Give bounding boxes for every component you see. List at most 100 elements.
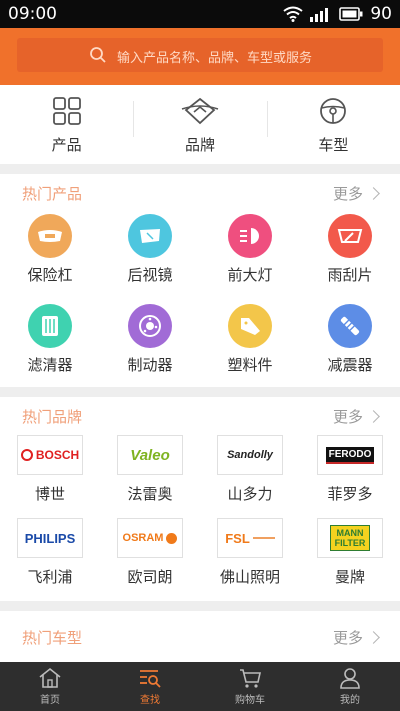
search-header: 输入产品名称、品牌、车型或服务 [0, 28, 400, 85]
more-link[interactable]: 更多 [332, 627, 380, 648]
grid-icon [52, 97, 81, 125]
product-item[interactable]: 制动器 [100, 302, 200, 392]
brand-logo-text: BOSCH [35, 448, 80, 462]
brand-logo-text: FSL [225, 530, 250, 546]
bumper-icon [28, 214, 72, 258]
brand-label: 博世 [34, 485, 65, 503]
home-icon [39, 667, 61, 688]
brand-item[interactable]: MANN FILTER 曼牌 [300, 518, 400, 601]
product-item[interactable]: 前大灯 [200, 212, 300, 302]
more-link[interactable]: 更多 [333, 183, 380, 204]
more-label: 更多 [332, 628, 363, 647]
product-label: 雨刮片 [327, 266, 373, 284]
steering-wheel-icon [320, 98, 347, 124]
bottom-nav: 首页 查找 购物车 我的 [0, 662, 400, 711]
brand-label: 山多力 [227, 485, 273, 503]
chevron-right-icon [367, 631, 380, 644]
search-input[interactable]: 输入产品名称、品牌、车型或服务 [17, 38, 383, 72]
brand-logo-ferodo: FERODO [317, 435, 383, 475]
cart-icon [240, 669, 261, 688]
brand-item[interactable]: PHILIPS 飞利浦 [0, 518, 100, 601]
product-item[interactable]: 保险杠 [0, 212, 100, 302]
brand-item[interactable]: FSL 佛山照明 [200, 518, 300, 601]
wifi-icon [283, 6, 303, 22]
product-label: 保险杠 [27, 266, 73, 284]
brand-logo-sandolly: Sandolly [217, 435, 283, 475]
brand-logo-text: Sandolly [227, 449, 273, 461]
nav-profile[interactable]: 我的 [300, 662, 400, 711]
brand-item[interactable]: BOSCH 博世 [0, 435, 100, 518]
section-header: 热门品牌 更多 [0, 397, 400, 435]
category-label: 车型 [318, 136, 349, 154]
section-title: 热门车型 [22, 628, 83, 647]
brand-logo-philips: PHILIPS [17, 518, 83, 558]
brand-grid: BOSCH 博世 Valeo 法雷奥 Sandolly 山多力 FERODO 菲… [0, 435, 400, 601]
product-label: 前大灯 [227, 266, 273, 284]
plastic-part-icon [228, 304, 272, 348]
product-grid: 保险杠 后视镜 前大灯 雨刮片 滤清器 制动器 塑料件 减震器 [0, 212, 400, 392]
product-item[interactable]: 塑料件 [200, 302, 300, 392]
product-item[interactable]: 后视镜 [100, 212, 200, 302]
nav-label: 首页 [40, 695, 60, 706]
brand-label: 欧司朗 [127, 568, 173, 586]
filter-icon [28, 304, 72, 348]
search-placeholder: 输入产品名称、品牌、车型或服务 [117, 51, 313, 66]
battery-level: 90 [370, 4, 392, 24]
nav-label: 购物车 [235, 695, 265, 706]
product-label: 制动器 [127, 356, 173, 374]
category-brands[interactable]: 品牌 [133, 85, 266, 164]
more-label: 更多 [332, 407, 363, 426]
wiper-icon [328, 214, 372, 258]
brand-item[interactable]: OSRAM 欧司朗 [100, 518, 200, 601]
product-item[interactable]: 雨刮片 [300, 212, 400, 302]
brand-label: 飞利浦 [27, 568, 73, 586]
section-header: 热门产品 更多 [0, 174, 400, 212]
brand-logo-bosch: BOSCH [17, 435, 83, 475]
bosch-emblem-icon [20, 449, 33, 461]
status-right: 90 [283, 4, 392, 24]
hot-products-section: 热门产品 更多 保险杠 后视镜 前大灯 雨刮片 滤清器 制动器 塑料件 减震器 [0, 174, 400, 387]
product-item[interactable]: 减震器 [300, 302, 400, 392]
brand-label: 菲罗多 [327, 485, 373, 503]
brand-logo-text: MANN FILTER [330, 525, 370, 551]
osram-bulb-icon [166, 532, 178, 544]
search-list-icon [140, 670, 161, 688]
user-icon [340, 668, 360, 689]
brand-logo-mann: MANN FILTER [317, 518, 383, 558]
brand-label: 佛山照明 [219, 568, 280, 586]
hot-models-section: 热门车型 更多 [0, 611, 400, 662]
brand-logo-text: Valeo [130, 446, 170, 464]
nav-search[interactable]: 查找 [100, 662, 200, 711]
category-products[interactable]: 产品 [0, 85, 133, 164]
brand-item[interactable]: FERODO 菲罗多 [300, 435, 400, 518]
nav-label: 查找 [140, 695, 160, 706]
brand-item[interactable]: Valeo 法雷奥 [100, 435, 200, 518]
badge-icon [181, 97, 219, 125]
status-bar: 09:00 90 [0, 0, 400, 28]
product-label: 减震器 [327, 356, 373, 374]
product-label: 塑料件 [227, 356, 273, 374]
hot-brands-section: 热门品牌 更多 BOSCH 博世 Valeo 法雷奥 Sandolly 山多力 … [0, 397, 400, 601]
brand-item[interactable]: Sandolly 山多力 [200, 435, 300, 518]
nav-home[interactable]: 首页 [0, 662, 100, 711]
chevron-right-icon [367, 187, 380, 200]
brake-icon [128, 304, 172, 348]
section-title: 热门品牌 [22, 407, 83, 426]
fsl-mark-icon [252, 537, 275, 539]
battery-icon [339, 7, 363, 21]
category-models[interactable]: 车型 [266, 85, 400, 164]
headlight-icon [228, 214, 272, 258]
brand-logo-text: OSRAM [122, 532, 164, 544]
category-label: 产品 [51, 136, 82, 154]
mirror-icon [128, 214, 172, 258]
brand-label: 法雷奥 [127, 485, 173, 503]
brand-logo-text: FERODO [325, 446, 375, 464]
category-bar: 产品 品牌 车型 [0, 85, 400, 164]
brand-label: 曼牌 [334, 568, 365, 586]
brand-logo-osram: OSRAM [117, 518, 183, 558]
nav-cart[interactable]: 购物车 [200, 662, 300, 711]
more-link[interactable]: 更多 [332, 406, 380, 427]
product-item[interactable]: 滤清器 [0, 302, 100, 392]
category-label: 品牌 [184, 136, 215, 154]
brand-logo-text: PHILIPS [24, 530, 76, 546]
